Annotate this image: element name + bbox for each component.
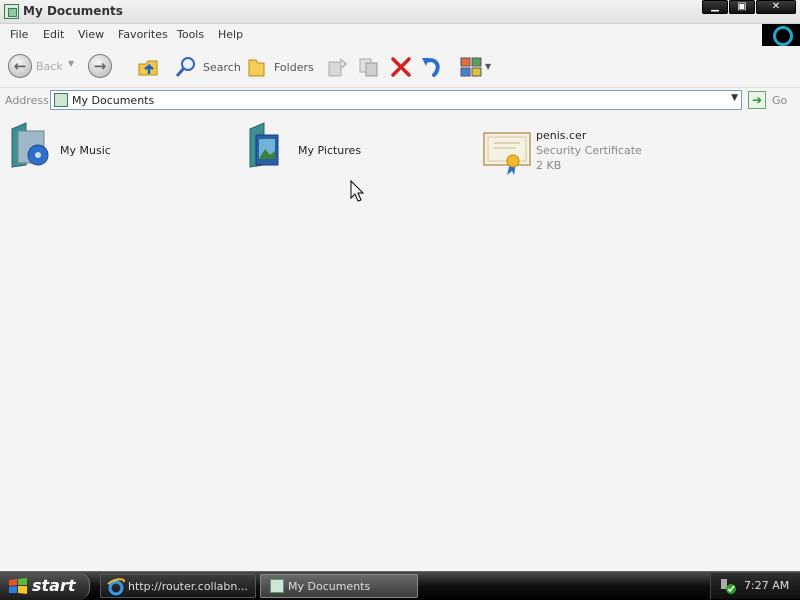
item-name: My Music <box>60 144 111 157</box>
file-view[interactable]: My Music My Pictures penis.cer Security … <box>0 113 800 571</box>
windows-flag-icon <box>9 578 27 594</box>
menu-view[interactable]: View <box>78 28 104 41</box>
task-label: My Documents <box>288 580 371 593</box>
folders-label: Folders <box>274 61 314 74</box>
taskbar-button-my-documents[interactable]: My Documents <box>260 574 418 598</box>
music-folder-icon <box>11 122 49 168</box>
item-name: My Pictures <box>298 144 362 157</box>
folder-window-icon <box>270 579 284 593</box>
menu-help[interactable]: Help <box>218 28 243 41</box>
back-button[interactable]: ← Back <box>8 54 66 80</box>
folders-button[interactable]: Folders <box>246 56 314 80</box>
window-title: My Documents <box>23 4 123 18</box>
folders-icon <box>248 59 265 77</box>
mouse-cursor-icon <box>350 180 365 202</box>
search-label: Search <box>203 61 241 74</box>
minimize-button[interactable]: ▁ <box>702 0 728 14</box>
menu-favorites[interactable]: Favorites <box>118 28 168 41</box>
delete-icon[interactable] <box>390 56 412 78</box>
forward-arrow-icon[interactable]: → <box>88 54 112 78</box>
start-button[interactable]: start <box>0 572 90 600</box>
system-tray: 7:27 AM <box>710 573 800 599</box>
address-value: My Documents <box>72 94 155 107</box>
file-item-my-pictures[interactable]: My Pictures <box>246 121 476 171</box>
my-documents-small-icon <box>54 93 68 107</box>
undo-icon[interactable] <box>420 55 444 79</box>
windows-brand-logo <box>762 24 800 46</box>
back-arrow-icon: ← <box>8 54 32 78</box>
item-type: Security Certificate <box>536 144 642 157</box>
address-label: Address <box>5 94 49 107</box>
address-combobox[interactable]: My Documents ▼ <box>50 90 742 110</box>
go-button[interactable]: Go <box>772 94 787 107</box>
item-size: 2 KB <box>536 159 562 172</box>
copy-to-icon[interactable] <box>358 56 382 78</box>
address-bar: Address My Documents ▼ ➔ Go <box>0 88 800 112</box>
views-dropdown-icon[interactable]: ▼ <box>485 62 491 71</box>
menu-bar: File Edit View Favorites Tools Help <box>0 24 800 46</box>
title-bar[interactable]: My Documents ▁ ▣ ✕ <box>0 0 800 24</box>
menu-tools[interactable]: Tools <box>177 28 204 41</box>
my-documents-icon <box>4 4 19 19</box>
file-item-certificate[interactable]: penis.cer Security Certificate 2 KB <box>482 121 682 175</box>
search-icon <box>175 57 195 77</box>
toolbar: ← Back ▼ → Search Folders ▼ <box>0 46 800 88</box>
back-history-dropdown-icon[interactable]: ▼ <box>68 59 74 68</box>
address-dropdown-icon[interactable]: ▼ <box>731 93 738 103</box>
maximize-button[interactable]: ▣ <box>729 0 755 14</box>
certificate-icon <box>483 132 531 175</box>
item-name: penis.cer <box>536 129 587 142</box>
views-icon[interactable] <box>459 56 483 78</box>
taskbar: start http://router.collabn... My Docume… <box>0 571 800 600</box>
file-item-my-music[interactable]: My Music <box>8 121 238 171</box>
move-to-icon[interactable] <box>326 56 350 78</box>
up-folder-icon[interactable] <box>137 56 161 78</box>
close-button[interactable]: ✕ <box>756 0 796 14</box>
security-center-icon[interactable] <box>719 577 739 595</box>
go-arrow-icon[interactable]: ➔ <box>748 91 766 109</box>
back-label: Back <box>36 60 63 73</box>
start-label: start <box>32 576 76 595</box>
clock[interactable]: 7:27 AM <box>744 579 789 592</box>
task-label: http://router.collabn... <box>128 580 248 593</box>
menu-file[interactable]: File <box>10 28 28 41</box>
menu-edit[interactable]: Edit <box>43 28 64 41</box>
pictures-folder-icon <box>249 122 279 168</box>
search-button[interactable]: Search <box>175 56 241 80</box>
taskbar-button-browser[interactable]: http://router.collabn... <box>100 574 256 598</box>
ie-icon <box>107 578 125 596</box>
